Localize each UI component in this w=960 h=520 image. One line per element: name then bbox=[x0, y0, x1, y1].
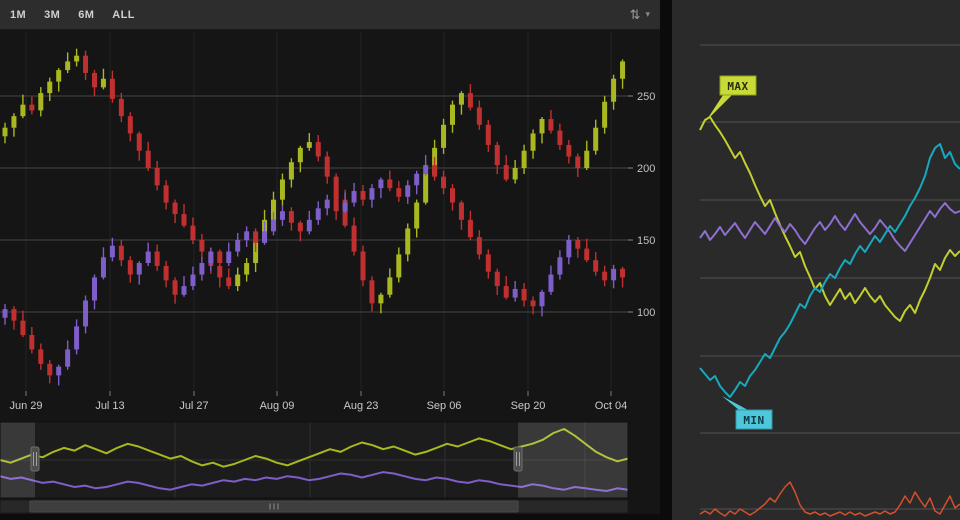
range-button-all[interactable]: ALL bbox=[112, 9, 135, 21]
svg-text:150: 150 bbox=[637, 235, 655, 247]
svg-text:Aug 23: Aug 23 bbox=[344, 400, 379, 412]
navigator[interactable] bbox=[0, 422, 628, 498]
panel-divider bbox=[660, 0, 672, 520]
svg-text:Sep 20: Sep 20 bbox=[511, 400, 546, 412]
svg-text:100: 100 bbox=[637, 307, 655, 319]
svg-text:Jul 27: Jul 27 bbox=[179, 400, 208, 412]
chevron-down-icon[interactable]: ▾ bbox=[645, 10, 650, 19]
charting-terminal: 1M 3M 6M ALL ⇅ ▾ 250 200 150 100 Jun 29 Jul 13 Ju… bbox=[0, 0, 960, 520]
range-button-1m[interactable]: 1M bbox=[10, 9, 26, 21]
nav-mask-left[interactable] bbox=[0, 422, 35, 498]
toolbar-right: ⇅ ▾ bbox=[630, 8, 650, 21]
range-buttons: 1M 3M 6M ALL bbox=[10, 9, 153, 21]
svg-text:Jun 29: Jun 29 bbox=[9, 400, 42, 412]
range-toolbar: 1M 3M 6M ALL ⇅ ▾ bbox=[0, 0, 660, 30]
compare-arrows-icon[interactable]: ⇅ bbox=[630, 8, 641, 21]
scrollbar[interactable] bbox=[0, 500, 628, 513]
svg-text:MAX: MAX bbox=[727, 80, 748, 93]
svg-text:200: 200 bbox=[637, 163, 655, 175]
candlestick-chart[interactable]: 250 200 150 100 Jun 29 Jul 13 Jul 27 Aug 09 Aug … bbox=[0, 30, 660, 520]
left-chart-panel: 1M 3M 6M ALL ⇅ ▾ 250 200 150 100 Jun 29 Jul 13 Ju… bbox=[0, 0, 660, 520]
svg-text:Sep 06: Sep 06 bbox=[427, 400, 462, 412]
comparison-line-chart[interactable]: MAX MIN bbox=[672, 0, 960, 520]
svg-text:250: 250 bbox=[637, 91, 655, 103]
nav-mask-right[interactable] bbox=[518, 422, 628, 498]
right-chart-panel: MAX MIN bbox=[672, 0, 960, 520]
range-button-3m[interactable]: 3M bbox=[44, 9, 60, 21]
nav-handle-right[interactable] bbox=[514, 447, 522, 471]
svg-text:Oct 04: Oct 04 bbox=[595, 400, 627, 412]
nav-handle-left[interactable] bbox=[31, 447, 39, 471]
svg-text:MIN: MIN bbox=[743, 414, 764, 427]
svg-text:Jul 13: Jul 13 bbox=[95, 400, 124, 412]
range-button-6m[interactable]: 6M bbox=[78, 9, 94, 21]
svg-text:Aug 09: Aug 09 bbox=[260, 400, 295, 412]
